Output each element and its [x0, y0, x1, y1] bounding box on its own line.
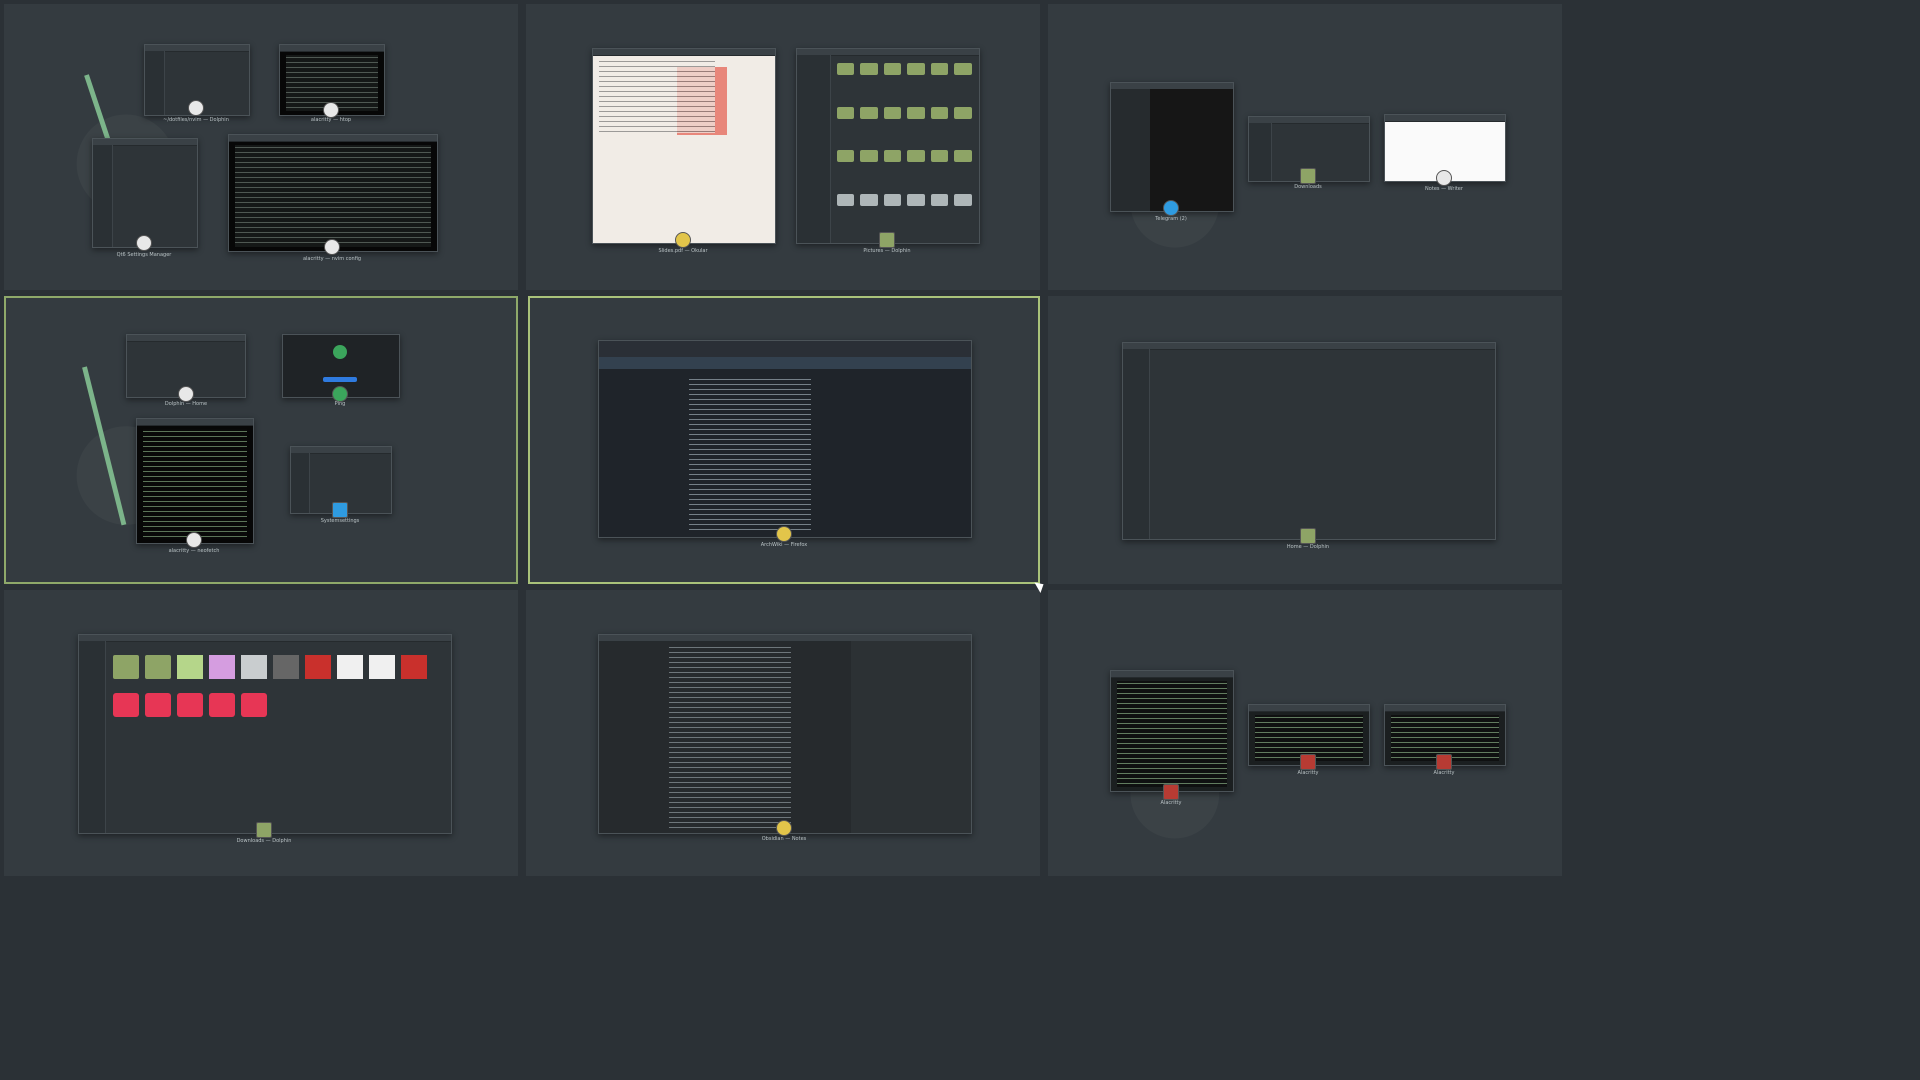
telegram-app-icon — [1163, 200, 1179, 216]
terminal-app-icon — [186, 532, 202, 548]
settings-app-icon — [136, 235, 152, 251]
window-caption: Downloads — [1294, 184, 1322, 190]
desktop-7[interactable]: Downloads — Dolphin — [4, 590, 518, 876]
terminal-app-icon — [324, 239, 340, 255]
window-dolphin[interactable] — [796, 48, 980, 244]
terminal-app-icon — [323, 102, 339, 118]
desktop-1[interactable]: ~/dotfiles/nvim — Dolphin alacritty — ht… — [4, 4, 518, 290]
window-settings[interactable] — [92, 138, 198, 248]
alacritty-app-icon — [1436, 754, 1452, 770]
folder-app-icon — [256, 822, 272, 838]
window-caption: Notes — Writer — [1425, 186, 1463, 192]
alacritty-app-icon — [1163, 784, 1179, 800]
folder-app-icon — [879, 232, 895, 248]
window-dolphin[interactable] — [78, 634, 452, 834]
window-caption: Alacritty — [1297, 770, 1319, 776]
obsidian-app-icon — [776, 820, 792, 836]
window-caption: Alacritty — [1160, 800, 1182, 806]
dolphin-app-icon — [188, 100, 204, 116]
window-alacritty[interactable] — [1110, 670, 1234, 792]
folder-app-icon — [1300, 168, 1316, 184]
desktop-3[interactable]: Telegram (2) Downloads Notes — Writer — [1048, 4, 1562, 290]
alacritty-app-icon — [1300, 754, 1316, 770]
desktop-6[interactable]: Home — Dolphin — [1048, 296, 1562, 584]
window-telegram[interactable] — [1110, 82, 1234, 212]
window-caption: Telegram (2) — [1155, 216, 1187, 222]
window-caption: Obsidian — Notes — [761, 836, 807, 842]
window-caption: Pictures — Dolphin — [863, 248, 911, 254]
window-caption: Home — Dolphin — [1286, 544, 1330, 550]
writer-app-icon — [1436, 170, 1452, 186]
window-caption: alacritty — htop — [310, 117, 352, 123]
window-terminal[interactable] — [136, 418, 254, 544]
ping-app-icon — [332, 386, 348, 402]
desktop-5[interactable]: ArchWiki — Firefox — [528, 296, 1040, 584]
window-dolphin[interactable] — [1122, 342, 1496, 540]
window-caption: alacritty — neofetch — [168, 548, 220, 554]
window-okular[interactable] — [592, 48, 776, 244]
desktop-4[interactable]: Dolphin — Home Ping alacritty — neofetch… — [4, 296, 518, 584]
window-caption: Qt6 Settings Manager — [116, 252, 172, 258]
window-caption: Downloads — Dolphin — [236, 838, 292, 844]
okular-app-icon — [675, 232, 691, 248]
folder-app-icon — [1300, 528, 1316, 544]
window-firefox[interactable] — [598, 340, 972, 538]
window-caption: Dolphin — Home — [164, 401, 208, 407]
desktop-9[interactable]: Alacritty Alacritty Alacritty — [1048, 590, 1562, 876]
window-caption: ArchWiki — Firefox — [760, 542, 808, 548]
archwiki-header — [599, 357, 971, 369]
desktop-8[interactable]: Obsidian — Notes — [526, 590, 1040, 876]
dolphin-app-icon — [178, 386, 194, 402]
window-obsidian[interactable] — [598, 634, 972, 834]
window-caption: Slides.pdf — Okular — [658, 248, 708, 254]
settings-app-icon — [332, 502, 348, 518]
window-caption: Ping — [334, 401, 346, 407]
window-caption: alacritty — nvim config — [302, 256, 362, 262]
wallpaper — [76, 366, 176, 526]
window-terminal[interactable] — [228, 134, 438, 252]
window-caption: Alacritty — [1433, 770, 1455, 776]
desktop-2[interactable]: Slides.pdf — Okular Pictures — Dolphin — [526, 4, 1040, 290]
window-caption: ~/dotfiles/nvim — Dolphin — [163, 117, 229, 123]
window-caption: Systemsettings — [320, 518, 360, 524]
firefox-app-icon — [776, 526, 792, 542]
